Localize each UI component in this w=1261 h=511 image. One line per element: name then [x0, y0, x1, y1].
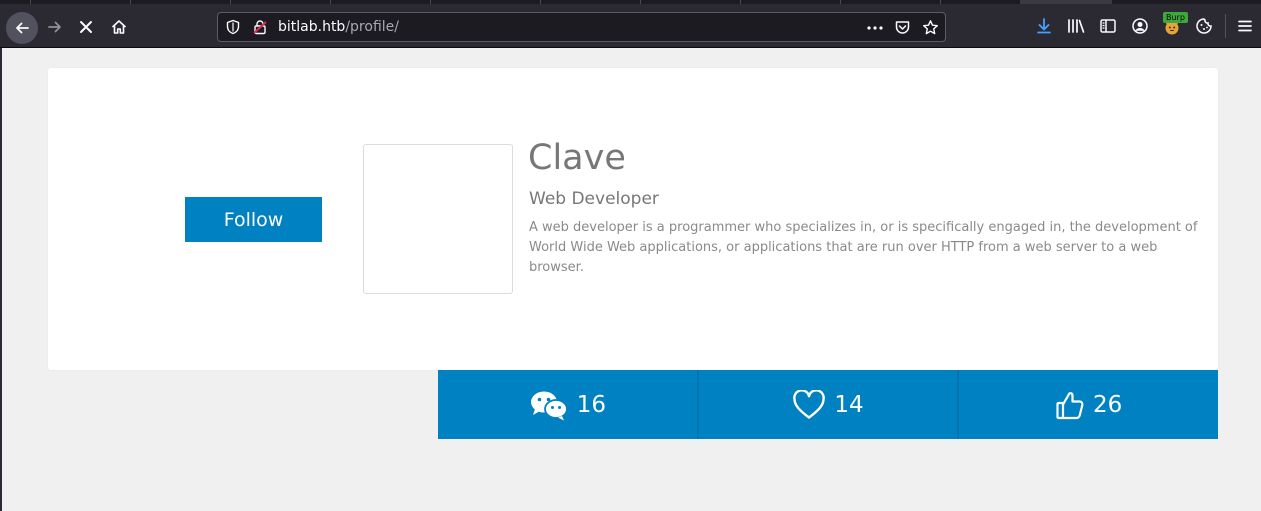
endorsements-count: 26 [1093, 391, 1123, 418]
window-edge [0, 48, 2, 511]
burp-badge: Burp [1163, 12, 1188, 23]
profile-title: Web Developer [529, 189, 659, 209]
browser-toolbar: bitlab.htb/profile/ Burp [0, 0, 1261, 48]
account-button[interactable] [1128, 14, 1152, 38]
menu-button[interactable] [1233, 14, 1257, 38]
close-icon [80, 21, 92, 33]
heart-icon [793, 389, 826, 419]
sidebar-icon [1100, 19, 1116, 33]
follow-button[interactable]: Follow [185, 197, 322, 242]
hamburger-menu-icon [1238, 20, 1252, 32]
toolbar-separator [1225, 14, 1226, 38]
download-icon [1037, 18, 1051, 34]
stat-messages[interactable]: 16 [438, 370, 699, 439]
stat-likes[interactable]: 14 [698, 370, 960, 439]
home-icon [111, 20, 127, 34]
insecure-lock-icon[interactable] [252, 19, 268, 35]
url-path: /profile/ [345, 19, 399, 35]
url-host: bitlab.htb [278, 19, 346, 35]
tab-active[interactable] [1020, 0, 1112, 4]
wechat-icon [530, 391, 568, 420]
profile-description: A web developer is a programmer who spec… [529, 220, 1198, 275]
arrow-left-icon [16, 22, 29, 34]
downloads-button[interactable] [1032, 14, 1056, 38]
bookmark-star-icon[interactable] [922, 19, 939, 36]
more-actions-icon[interactable] [866, 20, 884, 36]
stat-endorsements[interactable]: 26 [959, 370, 1219, 439]
url-text[interactable]: bitlab.htb/profile/ [278, 19, 399, 35]
likes-count: 14 [834, 391, 864, 418]
cookie-icon [1196, 18, 1212, 34]
profile-name: Clave [528, 138, 626, 178]
account-icon [1132, 18, 1148, 34]
stats-bar: 16 14 26 [438, 370, 1219, 439]
sidebar-button[interactable] [1096, 14, 1120, 38]
url-bar[interactable]: bitlab.htb/profile/ [217, 12, 946, 42]
stop-button[interactable] [71, 12, 101, 42]
avatar [363, 144, 513, 294]
home-button[interactable] [104, 12, 134, 42]
thumbs-up-icon [1056, 391, 1084, 419]
library-icon [1068, 19, 1085, 33]
messages-count: 16 [576, 391, 606, 418]
tab-strip [0, 0, 1261, 4]
arrow-right-icon [48, 21, 61, 33]
forward-button[interactable] [40, 12, 70, 42]
cookie-extension-button[interactable] [1192, 14, 1216, 38]
pocket-icon[interactable] [894, 19, 911, 36]
shield-icon[interactable] [225, 19, 241, 35]
library-button[interactable] [1064, 14, 1088, 38]
back-button[interactable] [6, 12, 38, 44]
